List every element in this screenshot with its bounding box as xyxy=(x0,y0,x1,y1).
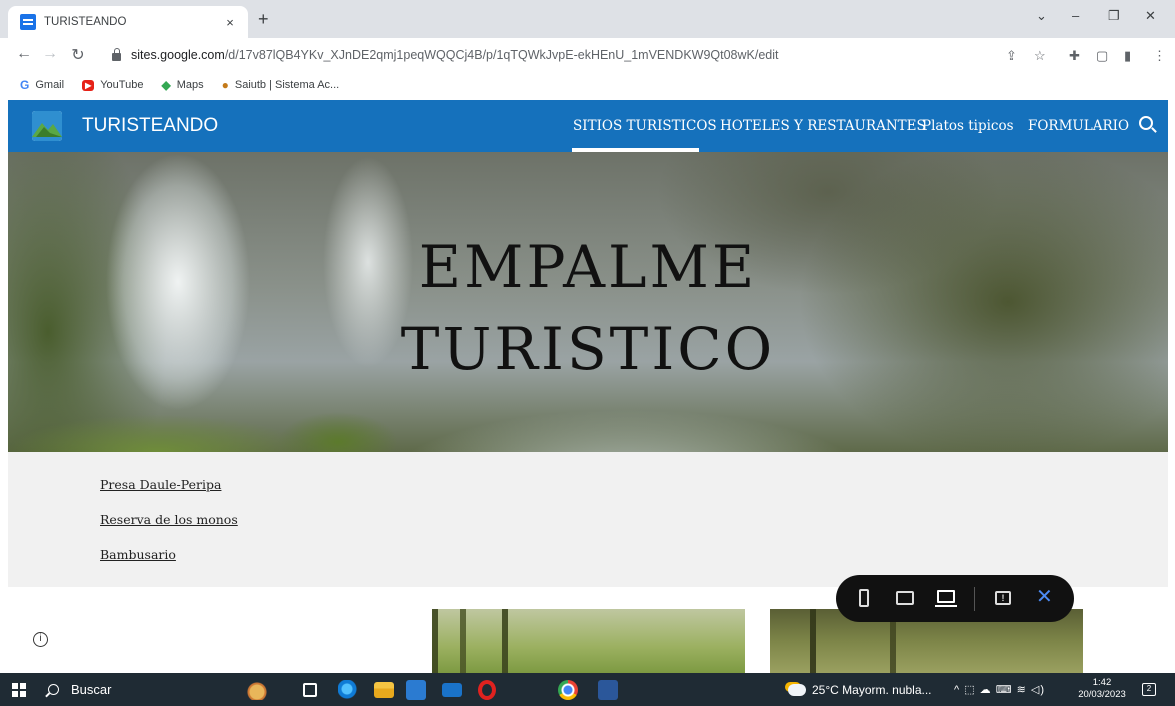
tab-search-chevron-icon[interactable]: ⌄ xyxy=(1036,8,1047,24)
device-preview-toolbar: ! ✕ xyxy=(836,575,1074,622)
site-title[interactable]: TURISTEANDO xyxy=(82,115,218,137)
link-reserva-de-los-monos[interactable]: Reserva de los monos xyxy=(100,512,238,527)
hero-foliage xyxy=(8,382,428,452)
search-icon xyxy=(48,684,59,695)
mail-icon[interactable] xyxy=(442,683,462,697)
link-bambusario[interactable]: Bambusario xyxy=(100,547,176,562)
clock-time: 1:42 xyxy=(1092,677,1112,688)
site-logo-mountain-icon[interactable] xyxy=(32,111,62,141)
links-section: Presa Daule-Peripa Reserva de los monos … xyxy=(8,452,1168,587)
bookmark-label: YouTube xyxy=(100,79,144,91)
bamboo-photo-1 xyxy=(432,609,745,673)
close-window-button[interactable]: ✕ xyxy=(1145,8,1156,24)
address-toolbar: ← → ↻ sites.google.com/d/17v87lQB4YKv_XJ… xyxy=(0,38,1175,72)
site-search-icon[interactable] xyxy=(1139,116,1153,130)
new-tab-button[interactable]: + xyxy=(258,10,269,28)
hero-title-line1: EMPALME xyxy=(418,233,758,301)
tab-title: TURISTEANDO xyxy=(44,16,127,28)
saiutb-icon: ● xyxy=(221,78,229,92)
search-highlight-icon[interactable] xyxy=(247,680,267,700)
tablet-preview-icon[interactable] xyxy=(896,591,914,605)
url-bar[interactable]: sites.google.com/d/17v87lQB4YKv_XJnDE2qm… xyxy=(100,43,990,67)
side-panel-icon[interactable]: ▢ xyxy=(1096,48,1108,64)
google-g-icon: G xyxy=(20,78,30,92)
laptop-preview-icon[interactable] xyxy=(935,590,957,607)
task-view-icon[interactable] xyxy=(303,683,317,697)
weather-cloud-icon xyxy=(788,683,806,696)
close-preview-icon[interactable]: ✕ xyxy=(1036,586,1053,608)
weather-text: 25°C Mayorm. nubla... xyxy=(812,682,932,697)
opera-icon[interactable] xyxy=(478,680,496,700)
bookmark-youtube[interactable]: ▶ YouTube xyxy=(82,79,143,91)
nav-platos-tipicos[interactable]: Platos tipicos xyxy=(922,118,1014,134)
taskbar-clock[interactable]: 1:42 20/03/2023 xyxy=(1077,677,1127,701)
weather-widget[interactable]: 25°C Mayorm. nubla... xyxy=(788,673,932,706)
hero-banner-waterfall: EMPALME TURISTICO xyxy=(8,152,1168,452)
hero-title-line2: TURISTICO xyxy=(400,315,776,383)
chrome-icon[interactable] xyxy=(558,680,578,700)
microsoft-store-icon[interactable] xyxy=(406,680,426,700)
minimize-button[interactable]: – xyxy=(1072,8,1079,23)
restore-button[interactable]: ❐ xyxy=(1108,8,1120,24)
file-explorer-icon[interactable] xyxy=(374,682,394,698)
clock-date: 20/03/2023 xyxy=(1078,689,1126,700)
nav-hoteles-y-restaurantes[interactable]: HOTELES Y RESTAURANTES xyxy=(720,118,926,134)
bookmark-star-icon[interactable]: ☆ xyxy=(1034,48,1046,64)
info-icon[interactable]: i xyxy=(33,632,48,647)
google-sites-favicon-icon xyxy=(20,14,36,30)
maps-pin-icon: ◆ xyxy=(161,78,171,92)
browser-menu-icon[interactable]: ⋮ xyxy=(1153,48,1166,64)
bookmark-maps[interactable]: ◆ Maps xyxy=(161,78,203,92)
windows-start-icon[interactable] xyxy=(12,683,26,697)
notification-count: 2 xyxy=(1142,683,1156,696)
link-presa-daule-peripa[interactable]: Presa Daule-Peripa xyxy=(100,477,221,492)
share-icon[interactable]: ⇪ xyxy=(1006,48,1017,64)
forward-arrow-icon[interactable]: → xyxy=(40,45,60,63)
toolbar-divider xyxy=(974,587,975,611)
feedback-icon[interactable]: ! xyxy=(995,591,1011,605)
bookmark-label: Maps xyxy=(176,79,204,91)
bookmark-label: Saiutb | Sistema Ac... xyxy=(234,79,340,91)
url-text: sites.google.com/d/17v87lQB4YKv_XJnDE2qm… xyxy=(131,48,779,62)
notification-center-icon[interactable]: 2 xyxy=(1142,673,1156,706)
taskbar-search-label: Buscar xyxy=(71,682,112,697)
browser-tab-strip: TURISTEANDO × + ⌄ – ❐ ✕ xyxy=(0,0,1175,38)
profile-avatar-icon[interactable]: ▮ xyxy=(1124,48,1131,64)
tray-icons: ^ ⬚ ☁ ⌨ ≋ ◁) xyxy=(954,684,1046,696)
extensions-puzzle-icon[interactable]: ✚ xyxy=(1069,48,1080,64)
bookmark-saiutb[interactable]: ● Saiutb | Sistema Ac... xyxy=(222,78,340,92)
browser-tab[interactable]: TURISTEANDO × xyxy=(8,6,248,38)
hero-title: EMPALME TURISTICO xyxy=(8,226,1168,390)
bookmark-gmail[interactable]: G Gmail xyxy=(20,78,64,92)
bookmark-label: Gmail xyxy=(35,79,65,91)
reload-icon[interactable]: ↻ xyxy=(68,45,88,65)
tab-close-icon[interactable]: × xyxy=(222,15,238,30)
word-icon[interactable] xyxy=(598,680,618,700)
youtube-icon: ▶ xyxy=(82,79,95,91)
nav-formulario[interactable]: FORMULARIO xyxy=(1028,118,1129,134)
bookmarks-bar: G Gmail ▶ YouTube ◆ Maps ● Saiutb | Sist… xyxy=(0,72,1175,98)
site-header: TURISTEANDO SITIOS TURISTICOS HOTELES Y … xyxy=(8,100,1168,152)
edge-browser-icon[interactable] xyxy=(338,680,358,700)
windows-taskbar: Buscar 25°C Mayorm. nubla... ^ ⬚ ☁ ⌨ ≋ ◁… xyxy=(0,673,1175,706)
phone-preview-icon[interactable] xyxy=(859,589,869,607)
system-tray[interactable]: ^ ⬚ ☁ ⌨ ≋ ◁) xyxy=(954,673,1045,706)
taskbar-search-box[interactable]: Buscar xyxy=(48,673,228,706)
back-arrow-icon[interactable]: ← xyxy=(14,45,34,63)
nav-sitios-turisticos[interactable]: SITIOS TURISTICOS xyxy=(573,118,717,134)
lock-icon xyxy=(112,47,121,61)
